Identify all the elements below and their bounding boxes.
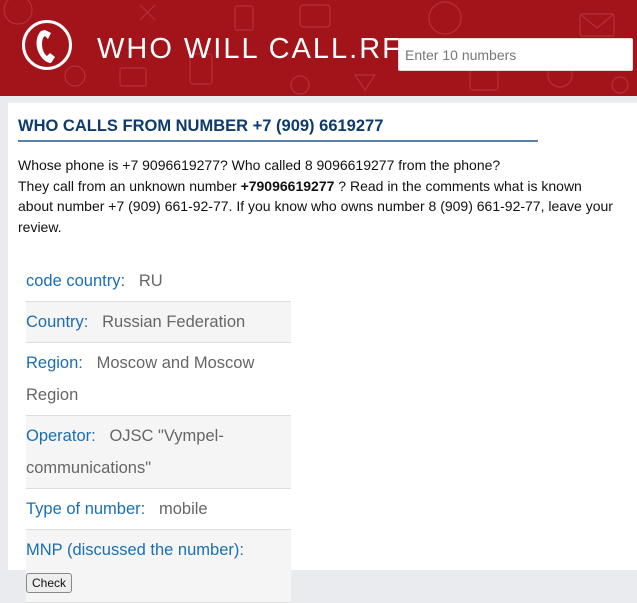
main-content: WHO CALLS FROM NUMBER +7 (909) 6619277 W… xyxy=(8,103,637,603)
intro-line-2-prefix: They call from an unknown number xyxy=(18,177,241,194)
site-title[interactable]: WHO WILL CALL.RF xyxy=(97,33,402,66)
info-value: mobile xyxy=(159,500,208,518)
info-key: Country: xyxy=(26,313,89,331)
intro-line-1: Whose phone is +7 9096619277? Who called… xyxy=(18,157,501,173)
logo[interactable] xyxy=(22,20,72,70)
intro-text: Whose phone is +7 9096619277? Who called… xyxy=(18,155,618,237)
phone-handset-icon xyxy=(36,30,55,63)
phone-search-input[interactable] xyxy=(398,38,633,71)
info-row-region: Region: Moscow and Moscow Region xyxy=(26,343,291,416)
info-row-operator: Operator: OJSC "Vympel-communications" xyxy=(26,416,291,489)
mnp-check-button[interactable]: Check xyxy=(26,573,73,593)
info-row-mnp: MNP (discussed the number): Check xyxy=(26,530,291,603)
info-key: MNP (discussed the number): xyxy=(26,541,244,559)
page-title: WHO CALLS FROM NUMBER +7 (909) 6619277 xyxy=(18,117,384,135)
number-info-list: code country: RU Country: Russian Federa… xyxy=(26,261,291,603)
phone-number-bold: +79096619277 xyxy=(240,177,335,194)
info-key: Region: xyxy=(26,354,83,372)
title-underline xyxy=(18,140,538,142)
info-row-type: Type of number: mobile xyxy=(26,489,291,530)
info-key: Type of number: xyxy=(26,500,146,518)
info-value: RU xyxy=(138,272,163,290)
info-row-country: Country: Russian Federation xyxy=(26,302,291,343)
info-key: code country: xyxy=(26,272,126,290)
info-key: Operator: xyxy=(26,427,96,445)
info-row-code-country: code country: RU xyxy=(26,261,291,302)
site-header: WHO WILL CALL.RF xyxy=(0,0,637,96)
info-value: Russian Federation xyxy=(102,313,246,331)
